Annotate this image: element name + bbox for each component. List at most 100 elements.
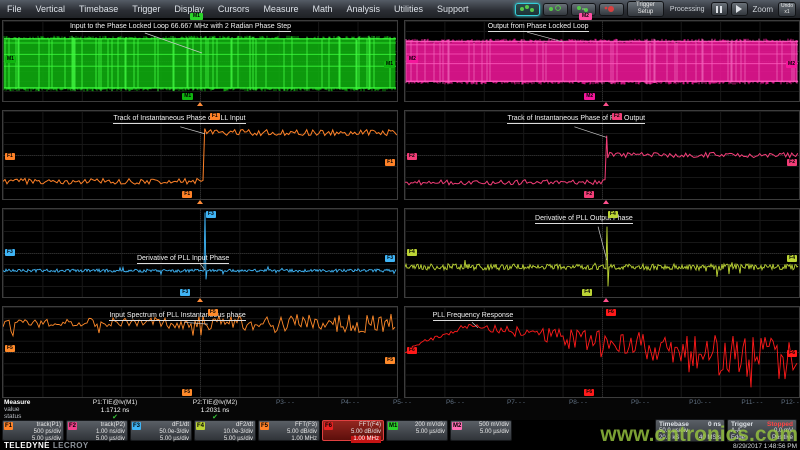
menu-vertical[interactable]: Vertical	[29, 4, 73, 14]
menu-math[interactable]: Math	[305, 4, 339, 14]
trace-tab-m1: M1	[388, 422, 398, 430]
track-input-phase-panel-level-badge[interactable]: F1	[5, 153, 15, 160]
trigger-position-marker[interactable]	[603, 298, 609, 302]
scope-tool-button-1[interactable]	[515, 3, 540, 16]
measure-column-P12[interactable]: P12- - -	[781, 400, 800, 407]
measure-column-P11[interactable]: P11- - -	[741, 400, 762, 407]
measure-header: P11- - -	[741, 400, 762, 407]
output-signal-panel-level-badge[interactable]: M2	[407, 56, 418, 63]
descriptor-f3[interactable]: F3dF1/dt50.0e-3/div5.00 µs/div	[130, 420, 192, 441]
trigger-type: Edge	[731, 435, 745, 442]
descriptor-f6[interactable]: F6FFT(F4)5.00 dB/div1.00 MHz	[322, 420, 384, 441]
clock-timestamp: 8/29/2017 1:48:56 PM	[733, 443, 797, 450]
input-spectrum-panel-level-badge[interactable]: F5	[5, 345, 15, 352]
derivative-output-phase-panel-level-badge[interactable]: F4	[608, 211, 618, 218]
trigger-position-marker[interactable]	[603, 200, 609, 204]
menu-trigger[interactable]: Trigger	[125, 4, 167, 14]
output-signal-panel-level-badge[interactable]: M2	[786, 61, 797, 68]
output-signal-panel-waveform	[405, 21, 799, 101]
input-signal-panel-level-badge[interactable]: M1	[5, 56, 16, 63]
input-signal-panel[interactable]: Input to the Phase Locked Loop 66.667 MH…	[2, 20, 398, 102]
trigger-position-marker[interactable]	[197, 102, 203, 106]
menu-utilities[interactable]: Utilities	[387, 4, 430, 14]
measure-column-P2[interactable]: P2:TIE@lv(M2)1.2031 ns✔	[193, 400, 238, 421]
input-spectrum-panel-level-badge[interactable]: F5	[385, 357, 395, 364]
timebase-box[interactable]: Timebase 0 ns 50.0 µs/div 20.0 kS 40 MS/…	[655, 419, 725, 442]
play-button[interactable]	[731, 2, 748, 16]
pause-icon	[716, 6, 722, 13]
derivative-output-phase-panel-level-badge[interactable]: F4	[787, 255, 797, 262]
trace-tab-f1: F1	[4, 422, 13, 430]
output-signal-panel-level-badge[interactable]: M2	[584, 93, 595, 100]
measure-header: P12- - -	[781, 400, 800, 407]
track-input-phase-panel-level-badge[interactable]: F1	[385, 159, 395, 166]
descriptor-f4[interactable]: F4dF2/dt10.0e-3/div5.00 µs/div	[194, 420, 256, 441]
measure-column-P1[interactable]: P1:TIE@lv(M1)1.1712 ns✔	[93, 400, 138, 421]
left-trigger-marker[interactable]: M1	[190, 13, 203, 20]
descriptor-f1[interactable]: F1track(P1)500 ps/div5.00 µs/div	[2, 420, 64, 441]
descriptor-lines: FFT(F3)5.00 dB/div1.00 MHz	[287, 422, 317, 443]
input-spectrum-panel-level-badge[interactable]: F5	[208, 309, 218, 316]
trace-tab-f4: F4	[196, 422, 205, 430]
input-spectrum-panel[interactable]: Input Spectrum of PLL Instantaneous phas…	[2, 306, 398, 398]
track-output-phase-panel-level-badge[interactable]: F2	[787, 159, 797, 166]
track-output-phase-panel[interactable]: Track of Instantaneous Phase of PLL Outp…	[404, 110, 800, 200]
undo-button[interactable]: Undo x1	[778, 2, 796, 17]
descriptor-f5[interactable]: F5 FFT(F3)5.00 dB/div1.00 MHz	[258, 420, 320, 441]
right-trigger-marker[interactable]: M2	[579, 13, 592, 20]
frequency-response-panel-level-badge[interactable]: F6	[606, 309, 616, 316]
menu-file[interactable]: File	[0, 4, 29, 14]
derivative-output-phase-panel-level-badge[interactable]: F4	[407, 249, 417, 256]
pause-button[interactable]	[711, 2, 728, 16]
measure-header: P6- - -	[446, 400, 464, 407]
frequency-response-panel-level-badge[interactable]: F6	[584, 389, 594, 396]
scope-tool-button-2[interactable]	[543, 3, 568, 16]
input-spectrum-panel-level-badge[interactable]: F5	[182, 389, 192, 396]
menu-cursors[interactable]: Cursors	[211, 4, 257, 14]
frequency-response-panel-waveform	[405, 307, 799, 397]
measure-column-P5[interactable]: P5- - -	[393, 400, 411, 407]
track-output-phase-panel-level-badge[interactable]: F2	[584, 191, 594, 198]
derivative-output-phase-panel[interactable]: Derivative of PLL Output PhaseF4F4F4F4	[404, 208, 800, 298]
measure-column-P6[interactable]: P6- - -	[446, 400, 464, 407]
trigger-position-marker[interactable]	[603, 102, 609, 106]
frequency-response-panel[interactable]: PLL Frequency ResponseF6F6F6F6	[404, 306, 800, 398]
descriptor-m2[interactable]: M2500 mV/div5.00 µs/div	[450, 420, 512, 441]
derivative-output-phase-panel-level-badge[interactable]: F4	[582, 289, 592, 296]
derivative-input-phase-panel-level-badge[interactable]: F3	[5, 249, 15, 256]
derivative-input-phase-panel-level-badge[interactable]: F3	[206, 211, 216, 218]
grid-area: Input to the Phase Locked Loop 66.667 MH…	[0, 18, 800, 400]
derivative-input-phase-panel-level-badge[interactable]: F3	[180, 289, 190, 296]
play-icon	[736, 5, 742, 13]
frequency-response-panel-level-badge[interactable]: F6	[787, 350, 797, 357]
measure-column-P9[interactable]: P9- - -	[631, 400, 649, 407]
measure-column-P8[interactable]: P8- - -	[569, 400, 587, 407]
track-input-phase-panel-level-badge[interactable]: F1	[210, 113, 220, 120]
measure-column-P7[interactable]: P7- - -	[507, 400, 525, 407]
trigger-setup-button[interactable]: Trigger Setup	[627, 1, 664, 17]
frequency-response-panel-level-badge[interactable]: F6	[407, 347, 417, 354]
track-input-phase-panel[interactable]: Track of Instantaneous Phase of PLL Inpu…	[2, 110, 398, 200]
trace-tab-f5: F5	[260, 422, 269, 430]
track-output-phase-panel-level-badge[interactable]: F2	[612, 113, 622, 120]
output-signal-panel[interactable]: Output from Phase Locked LoopM2M2M2	[404, 20, 800, 102]
track-output-phase-panel-level-badge[interactable]: F2	[407, 153, 417, 160]
input-signal-panel-level-badge[interactable]: M1	[182, 93, 193, 100]
scope-tool-button-4[interactable]	[599, 3, 624, 16]
menu-measure[interactable]: Measure	[256, 4, 305, 14]
menu-support[interactable]: Support	[430, 4, 476, 14]
trigger-position-marker[interactable]	[197, 200, 203, 204]
derivative-input-phase-panel[interactable]: Derivative of PLL Input PhaseF3F3F3F3	[2, 208, 398, 298]
input-signal-panel-level-badge[interactable]: M1	[384, 61, 395, 68]
menu-timebase[interactable]: Timebase	[72, 4, 125, 14]
measure-column-P10[interactable]: P10- - -	[689, 400, 711, 407]
descriptor-m1[interactable]: M1200 mV/div5.00 µs/div	[386, 420, 448, 441]
measure-column-P3[interactable]: P3- - -	[276, 400, 294, 407]
trigger-box[interactable]: Trigger Stopped A-A 0.0 mV Edge Positive	[727, 419, 797, 442]
track-input-phase-panel-level-badge[interactable]: F1	[182, 191, 192, 198]
trigger-position-marker[interactable]	[197, 298, 203, 302]
menu-analysis[interactable]: Analysis	[339, 4, 387, 14]
measure-column-P4[interactable]: P4- - -	[341, 400, 359, 407]
descriptor-f2[interactable]: F2track(P2)1.00 ns/div5.00 µs/div	[66, 420, 128, 441]
derivative-input-phase-panel-level-badge[interactable]: F3	[385, 255, 395, 262]
